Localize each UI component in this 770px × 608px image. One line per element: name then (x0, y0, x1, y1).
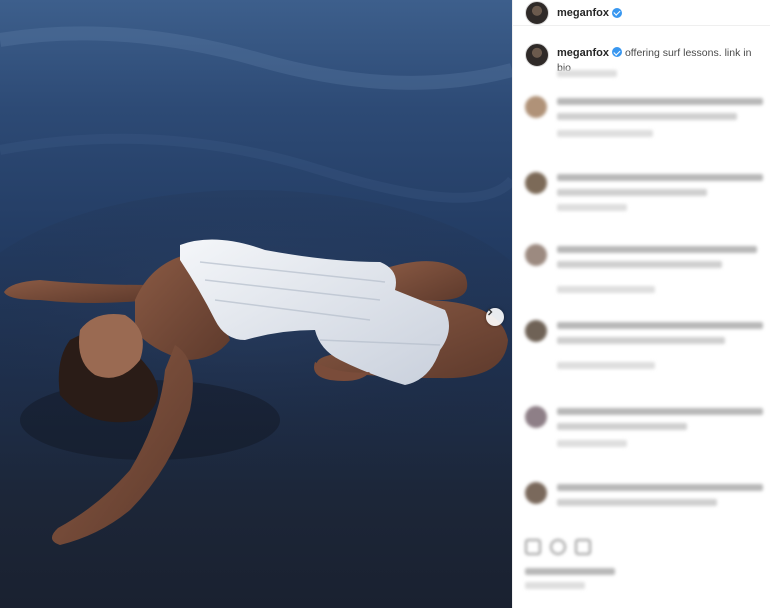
post-photo (0, 0, 512, 608)
post-header: meganfox (513, 0, 770, 26)
post-side-panel: meganfox meganfox offering surf lessons. … (512, 0, 770, 608)
comment-icon[interactable] (550, 539, 566, 555)
likes-count (525, 568, 615, 589)
post-actions (525, 539, 591, 555)
avatar (525, 406, 547, 428)
caption-username[interactable]: meganfox (557, 47, 609, 59)
caption-avatar-icon[interactable] (525, 43, 549, 67)
avatar-icon[interactable] (525, 0, 549, 25)
next-photo-button[interactable] (486, 308, 504, 326)
avatar (525, 172, 547, 194)
avatar (525, 244, 547, 266)
avatar (525, 482, 547, 504)
avatar (525, 320, 547, 342)
header-username[interactable]: meganfox (557, 7, 609, 19)
heart-icon[interactable] (525, 539, 541, 555)
verified-badge-icon (611, 7, 622, 18)
verified-badge-icon (611, 47, 622, 57)
post-caption: meganfox offering surf lessons. link in b… (513, 26, 770, 76)
beach-scene (0, 26, 512, 545)
chevron-right-icon (488, 308, 493, 316)
avatar (525, 96, 547, 118)
caption-timestamp (557, 70, 617, 77)
share-icon[interactable] (575, 539, 591, 555)
